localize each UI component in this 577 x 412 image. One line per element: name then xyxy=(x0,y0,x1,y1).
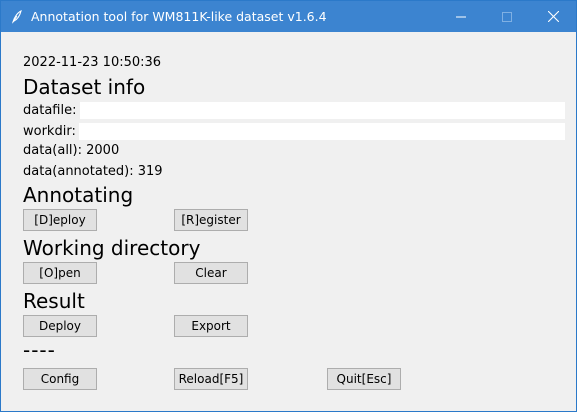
maximize-button[interactable] xyxy=(484,1,530,32)
window-title: Annotation tool for WM811K-like dataset … xyxy=(31,9,327,24)
feather-icon xyxy=(10,9,24,24)
config-button[interactable]: Config xyxy=(23,368,97,390)
data-all-count: data(all): 2000 xyxy=(23,143,120,158)
maximize-icon xyxy=(502,7,512,26)
annotating-heading: Annotating xyxy=(23,183,134,207)
open-button[interactable]: [O]pen xyxy=(23,262,97,284)
close-button[interactable] xyxy=(530,1,576,32)
datafile-label: datafile: xyxy=(23,103,77,118)
separator: ---- xyxy=(23,338,56,362)
datafile-field[interactable] xyxy=(80,102,565,119)
export-button[interactable]: Export xyxy=(174,315,248,337)
close-icon xyxy=(547,7,559,26)
dataset-info-heading: Dataset info xyxy=(23,75,146,99)
working-directory-heading: Working directory xyxy=(23,236,201,260)
workdir-field[interactable] xyxy=(79,123,565,140)
reload-button[interactable]: Reload[F5] xyxy=(174,368,248,390)
minimize-icon xyxy=(456,7,466,26)
title-bar[interactable]: Annotation tool for WM811K-like dataset … xyxy=(1,1,576,32)
result-deploy-button[interactable]: Deploy xyxy=(23,315,97,337)
quit-button[interactable]: Quit[Esc] xyxy=(327,368,401,390)
annotating-deploy-button[interactable]: [D]eploy xyxy=(23,209,97,231)
clear-button[interactable]: Clear xyxy=(174,262,248,284)
workdir-label: workdir: xyxy=(23,124,76,139)
result-heading: Result xyxy=(23,289,85,313)
register-button[interactable]: [R]egister xyxy=(174,209,248,231)
timestamp: 2022-11-23 10:50:36 xyxy=(23,55,162,70)
app-window: Annotation tool for WM811K-like dataset … xyxy=(0,0,577,412)
data-annotated-count: data(annotated): 319 xyxy=(23,164,163,179)
minimize-button[interactable] xyxy=(438,1,484,32)
